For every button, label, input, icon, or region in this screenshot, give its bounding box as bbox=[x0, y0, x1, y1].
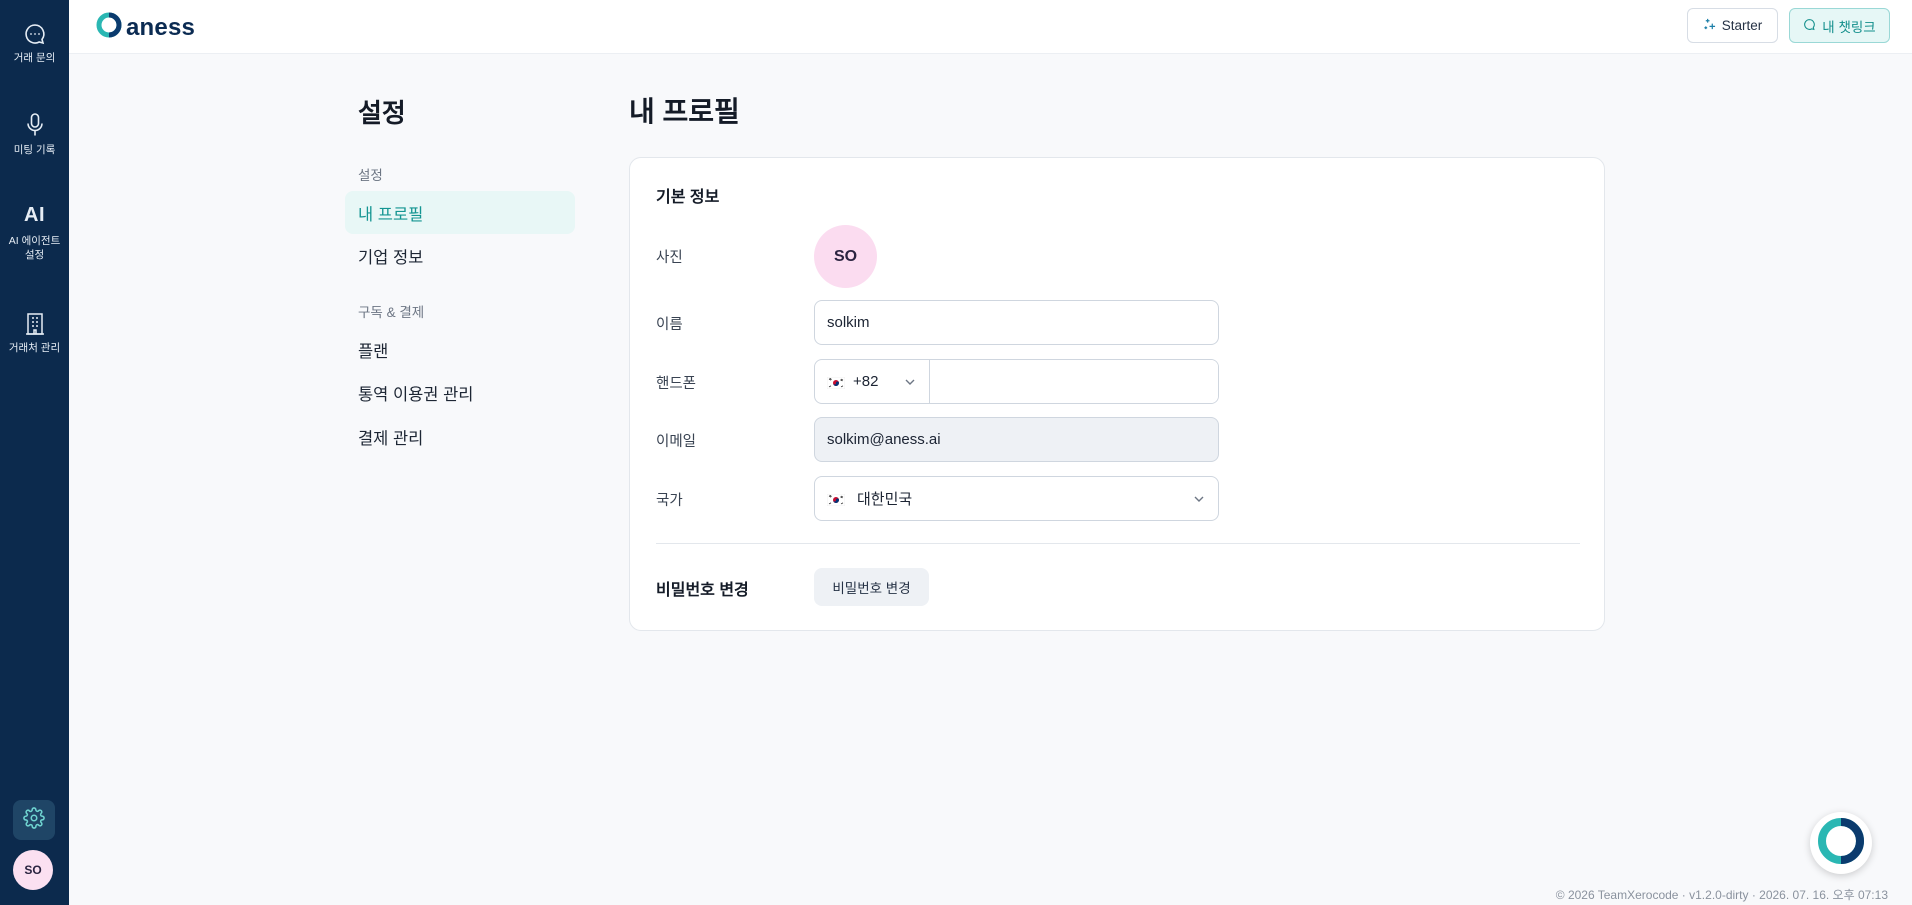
gear-icon bbox=[23, 806, 45, 834]
nav-item-plan[interactable]: 플랜 bbox=[345, 328, 575, 371]
email-field bbox=[814, 417, 1219, 462]
logo-text: aness bbox=[126, 13, 196, 41]
country-select[interactable]: 대한민국 bbox=[814, 476, 1219, 521]
nav-group-settings: 설정 bbox=[358, 168, 383, 183]
password-section-label: 비밀번호 변경 bbox=[656, 582, 749, 599]
profile-photo[interactable]: SO bbox=[814, 225, 877, 288]
starter-plan-button[interactable]: Starter bbox=[1687, 8, 1778, 43]
top-header: aness Starter 내 챗링크 bbox=[69, 0, 1912, 54]
chat-bubble-icon bbox=[23, 22, 47, 46]
nav-item-company-info[interactable]: 기업 정보 bbox=[345, 234, 575, 277]
phone-label: 핸드폰 bbox=[656, 376, 697, 392]
user-avatar[interactable]: SO bbox=[13, 850, 53, 890]
photo-label: 사진 bbox=[656, 250, 683, 266]
nav-item-interpretation-pass[interactable]: 통역 이용권 관리 bbox=[345, 371, 575, 414]
chat-assistant-button[interactable] bbox=[1810, 812, 1872, 874]
country-label: 국가 bbox=[656, 493, 683, 509]
building-icon bbox=[24, 312, 46, 336]
nav-item-my-profile[interactable]: 내 프로필 bbox=[345, 191, 575, 234]
phone-country-code: +82 bbox=[853, 373, 879, 390]
logo-ring-icon bbox=[95, 11, 123, 44]
nav-group-subscription: 구독 & 결제 bbox=[358, 305, 425, 320]
assistant-ring-icon bbox=[1815, 815, 1867, 872]
section-divider bbox=[656, 543, 1580, 544]
name-input[interactable] bbox=[814, 300, 1219, 345]
section-title-basic-info: 기본 정보 bbox=[656, 189, 720, 206]
chevron-down-icon bbox=[903, 375, 917, 393]
country-value: 대한민국 bbox=[857, 491, 913, 508]
rail-item-clients[interactable]: 거래처 관리 bbox=[0, 312, 69, 356]
rail-label-inquiries: 거래 문의 bbox=[13, 52, 56, 64]
phone-country-code-select[interactable]: +82 bbox=[815, 360, 930, 403]
profile-card: 기본 정보 사진 SO 이름 핸드폰 +82 이메일 국가 bbox=[629, 157, 1605, 631]
rail-item-meetings[interactable]: 미팅 기록 bbox=[0, 112, 69, 158]
my-chatlink-button[interactable]: 내 챗링크 bbox=[1789, 8, 1890, 43]
microphone-icon bbox=[23, 112, 47, 138]
chat-bubble-icon bbox=[1803, 18, 1816, 34]
starter-label: Starter bbox=[1721, 18, 1763, 33]
rail-label-ai-agent: AI 에이전트 설정 bbox=[8, 235, 61, 261]
email-label: 이메일 bbox=[656, 434, 697, 450]
logo[interactable]: aness bbox=[95, 11, 195, 44]
page-title: 내 프로필 bbox=[629, 96, 740, 127]
ai-icon: AI bbox=[24, 204, 45, 226]
rail-item-ai-agent[interactable]: AI AI 에이전트 설정 bbox=[0, 204, 69, 262]
footer-version: © 2026 TeamXerocode · v1.2.0-dirty · 202… bbox=[1555, 888, 1888, 902]
phone-field: +82 bbox=[814, 359, 1219, 404]
settings-button[interactable] bbox=[13, 800, 55, 840]
rail-label-clients: 거래처 관리 bbox=[8, 342, 61, 354]
chatlink-label: 내 챗링크 bbox=[1822, 19, 1876, 35]
change-password-button[interactable]: 비밀번호 변경 bbox=[814, 568, 929, 606]
rail-label-meetings: 미팅 기록 bbox=[13, 144, 56, 156]
korea-flag-icon bbox=[826, 493, 846, 506]
rail-item-inquiries[interactable]: 거래 문의 bbox=[0, 22, 69, 66]
korea-flag-icon bbox=[826, 376, 846, 389]
phone-number-input[interactable] bbox=[930, 360, 1218, 403]
left-rail: 거래 문의 미팅 기록 AI AI 에이전트 설정 거래처 관리 SO bbox=[0, 0, 69, 905]
nav-item-billing[interactable]: 결제 관리 bbox=[345, 415, 575, 458]
sparkle-icon bbox=[1703, 18, 1716, 34]
settings-title: 설정 bbox=[358, 98, 406, 128]
chevron-down-icon bbox=[1192, 492, 1206, 510]
name-label: 이름 bbox=[656, 317, 683, 333]
